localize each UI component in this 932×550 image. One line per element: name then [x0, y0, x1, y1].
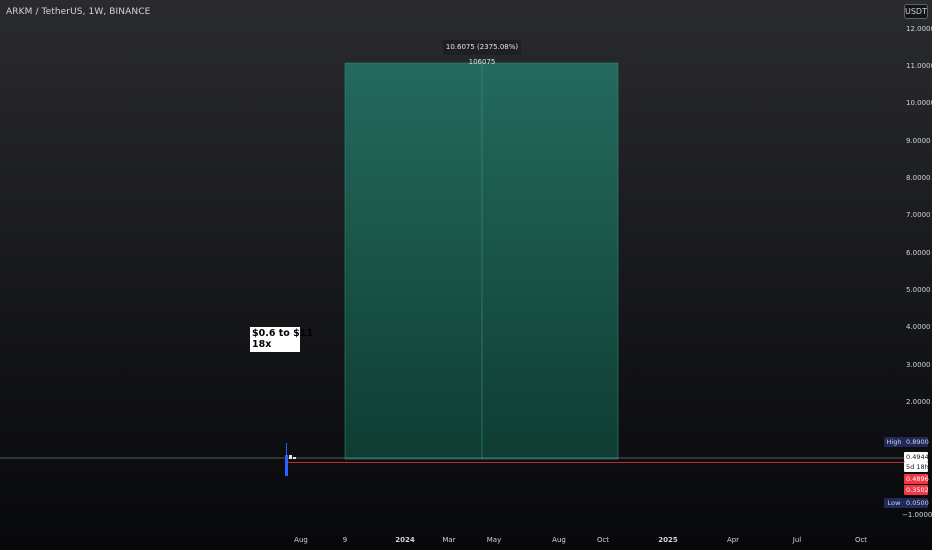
price-tick: 9.0000 — [906, 137, 931, 145]
low-value-tag: 0.0500 — [904, 498, 929, 508]
price-tick: 12.0000 — [906, 25, 932, 33]
countdown-tag: 5d 18h — [904, 462, 929, 472]
high-label-tag: High — [884, 437, 904, 447]
price-tick: 8.0000 — [906, 174, 931, 182]
price-tick: 4.0000 — [906, 323, 931, 331]
time-tick: Apr — [727, 536, 739, 544]
price-tick: 10.0000 — [906, 99, 932, 107]
text-annotation[interactable]: $0.6 to $11 18x — [250, 327, 313, 352]
red-price-tag-2: 0.3502 — [904, 485, 929, 495]
measure-tool-label: 10.6075 (2375.08%) 106075 — [443, 40, 521, 66]
candle-bar[interactable] — [285, 455, 288, 476]
price-tick: 2.0000 — [906, 398, 931, 406]
time-axis[interactable]: Aug 9 2024 Mar May Aug Oct 2025 Apr Jul … — [294, 536, 867, 544]
time-tick: May — [487, 536, 501, 544]
high-value-tag: 0.8900 — [904, 437, 929, 447]
price-tick: 5.0000 — [906, 286, 931, 294]
current-price-tag: 0.4944 — [904, 452, 929, 462]
symbol-title[interactable]: ARKM / TetherUS, 1W, BINANCE — [6, 7, 150, 17]
time-tick: 2024 — [395, 536, 415, 544]
price-tick: −1.0000 — [902, 511, 932, 519]
time-tick: Oct — [855, 536, 867, 544]
time-tick: Aug — [552, 536, 566, 544]
price-tick: 3.0000 — [906, 361, 931, 369]
chart-canvas[interactable]: 12.0000 11.0000 10.0000 9.0000 8.0000 7.… — [0, 0, 932, 550]
time-tick: Jul — [792, 536, 802, 544]
red-price-tag-1: 0.4896 — [904, 474, 929, 484]
time-tick: Mar — [442, 536, 455, 544]
time-tick: 9 — [343, 536, 347, 544]
measure-range-box[interactable] — [344, 62, 619, 460]
time-tick: 2025 — [658, 536, 678, 544]
price-tick: 11.0000 — [906, 62, 932, 70]
price-tick: 7.0000 — [906, 211, 931, 219]
annotation-line-1: $0.6 to $11 — [252, 328, 313, 339]
currency-button[interactable]: USDT — [904, 4, 928, 19]
price-tick: 6.0000 — [906, 249, 931, 257]
low-label-tag: Low — [884, 498, 904, 508]
candle-bar-small[interactable] — [289, 455, 292, 459]
candle-bar-small-2[interactable] — [293, 457, 296, 459]
time-tick: Aug — [294, 536, 308, 544]
time-tick: Oct — [597, 536, 609, 544]
annotation-line-2: 18x — [252, 339, 272, 350]
